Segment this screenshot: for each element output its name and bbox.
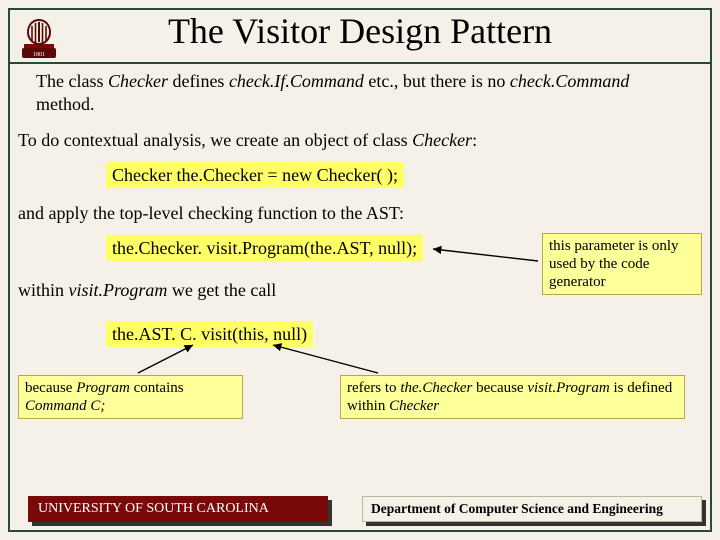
- text-italic: Checker: [412, 130, 472, 150]
- footer-university-bar: UNIVERSITY OF SOUTH CAROLINA: [28, 496, 328, 522]
- code-highlight: Checker the.Checker = new Checker( );: [106, 162, 404, 189]
- text-italic: Checker: [389, 398, 439, 414]
- slide-title: The Visitor Design Pattern: [0, 10, 720, 52]
- svg-text:1801: 1801: [33, 52, 45, 58]
- footer-department-bar: Department of Computer Science and Engin…: [362, 496, 702, 522]
- text-italic: Command C;: [25, 398, 105, 414]
- text: defines: [168, 71, 229, 91]
- code-highlight: the.AST. C. visit(this, null): [106, 321, 313, 348]
- text-italic: Checker: [108, 71, 168, 91]
- text: because: [25, 380, 76, 396]
- text-italic: the.Checker: [400, 380, 472, 396]
- slide-content: The class Checker defines check.If.Comma…: [18, 70, 702, 443]
- row-code2: the.Checker. visit.Program(the.AST, null…: [18, 235, 702, 315]
- callout-parameter: this parameter is only used by the code …: [542, 233, 702, 295]
- intro-paragraph: The class Checker defines check.If.Comma…: [36, 70, 682, 115]
- text-italic: Program: [76, 380, 130, 396]
- text: The class: [36, 71, 108, 91]
- text-italic: visit.Program: [69, 280, 168, 300]
- text: :: [472, 130, 477, 150]
- footer-department: Department of Computer Science and Engin…: [362, 496, 702, 522]
- text-italic: check.If.Command: [229, 71, 364, 91]
- callout-program-contains: because Program contains Command C;: [18, 375, 243, 419]
- context-paragraph: To do contextual analysis, we create an …: [18, 129, 702, 152]
- text: To do contextual analysis, we create an …: [18, 130, 412, 150]
- text: method.: [36, 94, 95, 114]
- text: etc., but there is no: [364, 71, 510, 91]
- code-snippet-2: the.Checker. visit.Program(the.AST, null…: [106, 235, 423, 262]
- within-paragraph: within visit.Program we get the call: [18, 279, 276, 302]
- text: refers to: [347, 380, 400, 396]
- text: because: [472, 380, 527, 396]
- slide-title-underline: [8, 62, 712, 64]
- text: within: [18, 280, 69, 300]
- text-italic: visit.Program: [527, 380, 609, 396]
- code-snippet-1: Checker the.Checker = new Checker( );: [106, 162, 702, 189]
- row-callouts: because Program contains Command C; refe…: [18, 353, 702, 443]
- text: contains: [130, 380, 184, 396]
- code-snippet-3: the.AST. C. visit(this, null): [106, 321, 702, 348]
- text: we get the call: [167, 280, 276, 300]
- code-highlight: the.Checker. visit.Program(the.AST, null…: [106, 235, 423, 262]
- footer-university: UNIVERSITY OF SOUTH CAROLINA: [28, 496, 328, 522]
- apply-paragraph: and apply the top-level checking functio…: [18, 202, 702, 225]
- text-italic: check.Command: [510, 71, 629, 91]
- callout-refers-checker: refers to the.Checker because visit.Prog…: [340, 375, 685, 419]
